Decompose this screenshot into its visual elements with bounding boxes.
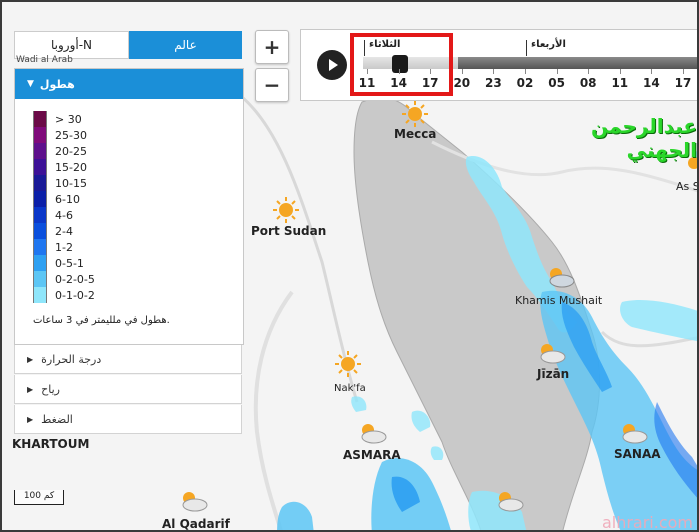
legend-row: 20-25 [33, 143, 243, 159]
legend-row: 0-1-0-2 [33, 287, 243, 303]
legend-items: > 30 25-30 20-25 15-20 10-15 6-10 4-6 2-4 1-2 0-5… [15, 99, 243, 303]
city-label-mecca: Mecca [394, 127, 436, 141]
legend-label: 0-1-0-2 [55, 288, 95, 302]
watermark: alhrari.com [601, 513, 693, 532]
legend-swatch [33, 207, 47, 223]
zoom-in-button[interactable]: + [255, 30, 289, 64]
play-button[interactable] [317, 50, 347, 80]
legend-label: 1-2 [55, 240, 73, 254]
legend-row: > 30 [33, 111, 243, 127]
legend-row: 10-15 [33, 175, 243, 191]
legend-label: 2-4 [55, 224, 73, 238]
timeline-hour-label[interactable]: 14 [636, 76, 666, 90]
timeline-hour-label[interactable]: 02 [510, 76, 540, 90]
precipitation-legend: ▼ هطول > 30 25-30 20-25 15-20 10-15 6-10 4-6 2-… [14, 68, 244, 345]
legend-label: > 30 [55, 112, 82, 126]
legend-row: 4-6 [33, 207, 243, 223]
scale-bar: 100 كم [14, 490, 64, 505]
highlight-box [350, 33, 453, 96]
legend-label: 6-10 [55, 192, 80, 206]
caret-right-icon: ▶ [27, 414, 34, 424]
legend-swatch [33, 143, 47, 159]
legend-label: 0-2-0-5 [55, 272, 95, 286]
legend-header[interactable]: ▼ هطول [15, 69, 243, 99]
legend-swatch [33, 255, 47, 271]
legend-label: 10-15 [55, 176, 87, 190]
city-label-nakfa: Nak'fa [334, 383, 366, 394]
legend-swatch [33, 223, 47, 239]
timeline-hour-label[interactable]: 11 [605, 76, 635, 90]
legend-swatch [33, 287, 47, 303]
city-label-khamis-mushait: Khamis Mushait [515, 294, 603, 307]
timeline-tick [461, 69, 463, 74]
day-divider [526, 40, 527, 56]
city-label-asmara: ASMARA [343, 448, 401, 462]
legend-row: 25-30 [33, 127, 243, 143]
accordion-pressure[interactable]: ▶ الضغط [14, 405, 242, 434]
legend-swatch [33, 271, 47, 287]
legend-row: 6-10 [33, 191, 243, 207]
legend-swatch [33, 111, 47, 127]
accordion-label: الضغط [41, 412, 73, 426]
city-label-gedaref: Al Qadarif [162, 517, 231, 531]
accordion-label: درجة الحرارة [41, 352, 102, 366]
caret-down-icon: ▼ [27, 79, 34, 89]
timeline-hour-label[interactable]: 05 [542, 76, 572, 90]
accordion-temperature[interactable]: ▶ درجة الحرارة [14, 345, 242, 374]
caret-right-icon: ▶ [27, 384, 34, 394]
timeline-tick [619, 69, 621, 74]
zoom-out-button[interactable]: − [255, 68, 289, 102]
timeline-hour-label[interactable]: 23 [478, 76, 508, 90]
accordion-wind[interactable]: ▶ رياح [14, 375, 242, 404]
legend-label: 15-20 [55, 160, 87, 174]
author-signature: عبدالرحمن الجهني [590, 114, 697, 162]
legend-note: هطول في ملليمتر في 3 ساعات. [33, 315, 170, 326]
city-label-sanaa: SANAA [614, 447, 661, 461]
legend-swatch [33, 239, 47, 255]
weather-map[interactable]: Mecca Port Sudan Khamis Mushait Jīzān Na… [0, 0, 699, 532]
city-label-khartoum: KHARTOUM [12, 437, 89, 451]
timeline-hour-label[interactable]: 08 [573, 76, 603, 90]
city-label-as: As S [676, 180, 699, 193]
map-partial-label: Wadi al Arab [16, 55, 73, 65]
legend-row: 2-4 [33, 223, 243, 239]
legend-row: 0-5-1 [33, 255, 243, 271]
timeline-tick [651, 69, 653, 74]
legend-label: 4-6 [55, 208, 73, 222]
timeline-tick [588, 69, 590, 74]
timeline-hour-label[interactable]: 17 [668, 76, 697, 90]
legend-swatch [33, 159, 47, 175]
accordion-label: رياح [41, 382, 60, 396]
tab-world[interactable]: عالم [129, 31, 242, 59]
legend-swatch [33, 127, 47, 143]
city-label-port-sudan: Port Sudan [251, 224, 326, 238]
legend-label: 20-25 [55, 144, 87, 158]
caret-right-icon: ▶ [27, 354, 34, 364]
timeline-tick [493, 69, 495, 74]
legend-swatch [33, 191, 47, 207]
legend-label: 25-30 [55, 128, 87, 142]
legend-swatch [33, 175, 47, 191]
city-label-jizan: Jīzān [536, 367, 569, 381]
day-label-wednesday: الأربعاء [531, 39, 566, 50]
timeline-tick [525, 69, 526, 74]
legend-row: 15-20 [33, 159, 243, 175]
legend-title: هطول [39, 77, 75, 91]
timeline-tick [683, 69, 684, 74]
legend-row: 0-2-0-5 [33, 271, 243, 287]
legend-row: 1-2 [33, 239, 243, 255]
timeline-tick [556, 69, 558, 74]
legend-label: 0-5-1 [55, 256, 84, 270]
